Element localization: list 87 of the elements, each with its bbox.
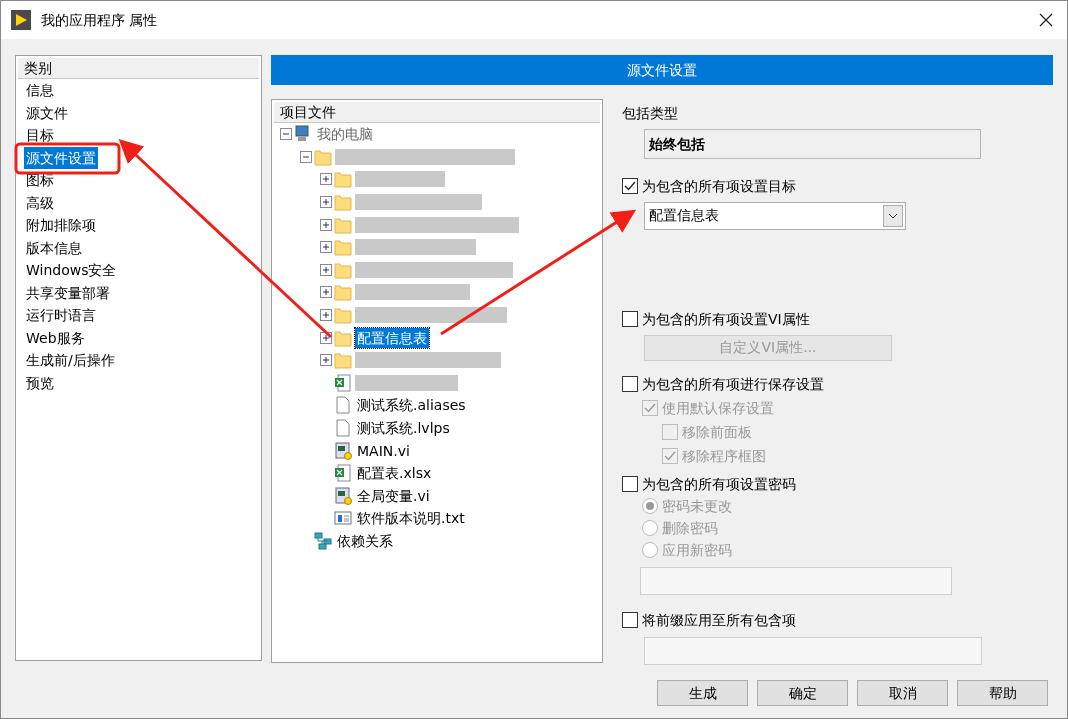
category-item[interactable]: 附加排除项 (24, 214, 98, 237)
caret-icon (888, 212, 898, 219)
dropdown[interactable]: 配置信息表 (644, 201, 906, 230)
expander-icon[interactable] (280, 128, 292, 141)
radio-label: 删除密码 (662, 518, 718, 538)
radio-label: 应用新密码 (662, 540, 732, 560)
checkbox-label: 为包含的所有项设置密码 (642, 474, 796, 494)
blank-file-icon (334, 419, 352, 437)
folder-icon (334, 351, 352, 370)
expander-icon[interactable] (320, 173, 332, 186)
checkbox[interactable] (622, 310, 638, 327)
dialog-button[interactable]: 帮助 (957, 680, 1048, 706)
category-item[interactable]: 共享变量部署 (24, 281, 112, 304)
checkbox-label: 使用默认保存设置 (662, 398, 774, 418)
checkbox-label: 移除前面板 (682, 422, 752, 442)
category-item[interactable]: 运行时语言 (24, 304, 98, 327)
tree-item[interactable]: 测试系统.aliases (355, 395, 468, 416)
list-header: 类别 (18, 58, 259, 79)
radio-label: 密码未更改 (662, 496, 732, 516)
checkbox[interactable] (622, 475, 638, 492)
category-item[interactable]: 生成前/后操作 (24, 349, 117, 372)
category-item[interactable]: 源文件 (24, 101, 70, 124)
expander-icon[interactable] (320, 331, 332, 344)
blank-file-icon (334, 396, 352, 415)
checkbox-label: 为包含的所有项设置目标 (642, 176, 796, 196)
expander-icon[interactable] (320, 196, 332, 209)
spreadsheet-icon (334, 373, 352, 392)
tree-item[interactable]: MAIN.vi (355, 440, 412, 461)
category-item[interactable]: 高级 (24, 191, 56, 214)
dialog-button[interactable]: 确定 (757, 680, 848, 706)
checkbox-label: 将前缀应用至所有包含项 (642, 610, 796, 630)
field-label: 包括类型 (622, 103, 679, 123)
window-title: 我的应用程序 属性 (41, 10, 158, 30)
expander-icon[interactable] (300, 150, 312, 163)
expander-icon[interactable] (320, 309, 332, 322)
folder-icon (334, 283, 352, 302)
check-icon (664, 450, 676, 461)
folder-icon (334, 215, 352, 234)
computer-icon (294, 125, 312, 144)
category-item[interactable]: 源文件设置 (24, 146, 98, 169)
vi-file-icon (334, 441, 352, 460)
redacted-bar[interactable] (355, 307, 507, 324)
category-item[interactable]: 版本信息 (24, 236, 84, 259)
check-icon (624, 180, 636, 191)
checkbox-label: 为包含的所有项设置VI属性 (642, 309, 810, 329)
expander-icon[interactable] (320, 286, 332, 299)
spreadsheet-icon (334, 464, 352, 483)
text-file-icon (334, 509, 352, 528)
folder-icon (314, 147, 332, 166)
folder-icon (334, 238, 352, 257)
network-icon (314, 532, 332, 550)
check-icon (644, 402, 656, 413)
tree-item[interactable]: 软件版本说明.txt (355, 508, 467, 529)
tree-item[interactable]: 配置信息表 (355, 327, 429, 348)
tree-item[interactable]: 我的电脑 (315, 124, 375, 145)
tree-item[interactable]: 测试系统.lvlps (355, 418, 452, 438)
dialog-button[interactable]: 生成 (657, 680, 748, 706)
category-item[interactable]: Windows安全 (24, 259, 119, 282)
folder-icon (334, 170, 352, 189)
expander-icon[interactable] (320, 218, 332, 231)
tree-header: 项目文件 (274, 102, 600, 123)
tree-item[interactable]: 全局变量.vi (355, 485, 432, 506)
tree-item[interactable]: 依赖关系 (335, 531, 395, 551)
category-item[interactable]: 预览 (24, 371, 56, 394)
section-header: 源文件设置 (271, 55, 1053, 85)
readonly-field: 始终包括 (644, 128, 981, 159)
folder-icon (334, 193, 352, 212)
expander-icon[interactable] (320, 263, 332, 276)
folder-icon (334, 260, 352, 279)
dialog-button[interactable]: 取消 (857, 680, 948, 706)
category-item[interactable]: 图标 (24, 169, 56, 192)
category-item[interactable]: 信息 (24, 79, 56, 102)
checkbox[interactable] (622, 375, 638, 392)
checkbox[interactable] (622, 611, 638, 628)
close-icon[interactable] (1039, 13, 1053, 27)
folder-icon (334, 328, 352, 347)
checkbox-label: 为包含的所有项进行保存设置 (642, 374, 824, 394)
folder-icon (334, 306, 352, 325)
category-item[interactable]: Web服务 (24, 326, 87, 349)
tree-item[interactable]: 配置表.xlsx (355, 463, 434, 484)
checkbox[interactable] (622, 177, 638, 194)
checkbox-label: 移除程序框图 (682, 446, 766, 466)
category-item[interactable]: 目标 (24, 124, 56, 147)
app-logo-icon (11, 10, 31, 30)
expander-icon[interactable] (320, 241, 332, 254)
vi-file-icon (334, 486, 352, 505)
expander-icon[interactable] (320, 354, 332, 367)
